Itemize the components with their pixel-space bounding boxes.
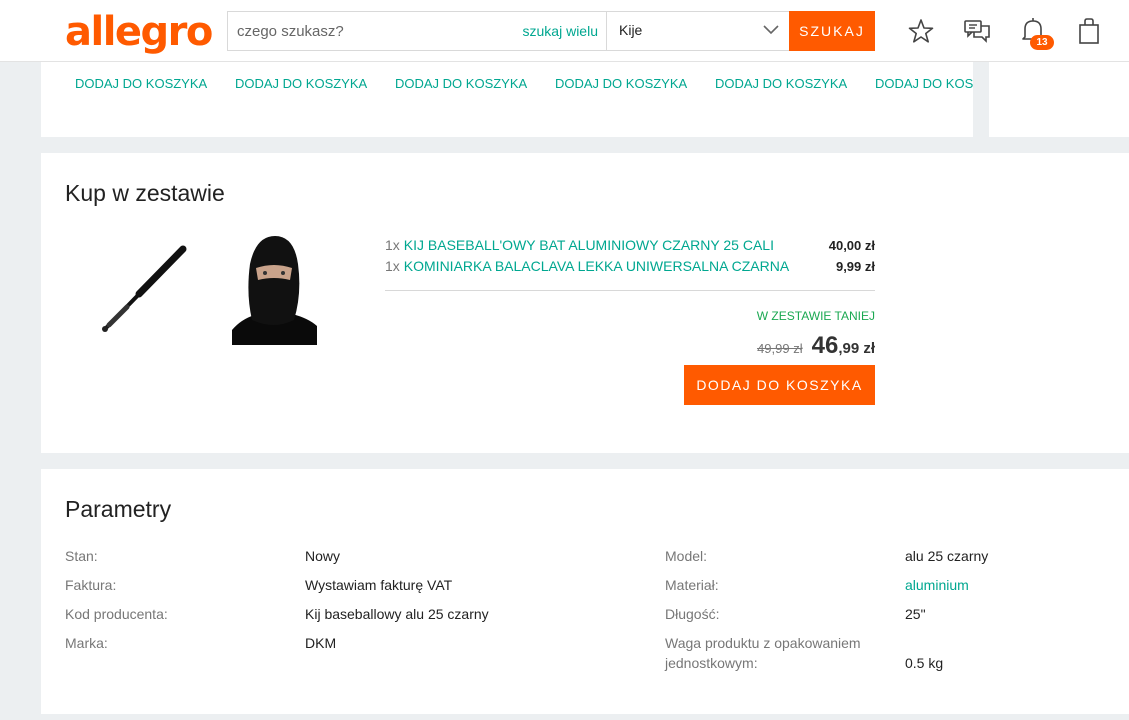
messages-icon[interactable]	[963, 16, 991, 46]
parameter-value: DKM	[305, 635, 337, 651]
add-to-cart-link[interactable]: DODAJ DO KOSZYKA	[235, 76, 395, 91]
search-multi-link[interactable]: szukaj wielu	[523, 23, 598, 39]
parameter-value: Wystawiam fakturę VAT	[305, 577, 453, 593]
add-to-cart-link[interactable]: DODAJ DO KOSZYKA	[715, 76, 875, 91]
parameter-value: 0.5 kg	[905, 655, 944, 671]
item-price: 40,00 zł	[828, 238, 875, 253]
new-price-fraction: ,99 zł	[838, 340, 875, 357]
parameters-panel: Parametry Stan: Nowy Faktura: Wystawiam fa…	[41, 469, 1129, 714]
add-to-cart-link[interactable]: DODAJ DO KOSZYKA	[395, 76, 555, 91]
parameters-right-column: Model: alu 25 czarny Materiał: aluminium D…	[665, 546, 988, 673]
parameter-key: Marka:	[65, 635, 108, 651]
balaclava-image[interactable]	[232, 234, 317, 345]
side-panel	[989, 62, 1129, 137]
baseball-bat-image[interactable]	[99, 245, 189, 335]
item-link[interactable]: KOMINIARKA BALACLAVA LEKKA UNIWERSALNA C…	[404, 258, 789, 274]
parameter-row: Faktura: Wystawiam fakturę VAT	[65, 575, 489, 604]
set-item-row: 1x KOMINIARKA BALACLAVA LEKKA UNIWERSALNA…	[385, 256, 875, 277]
parameter-row: Waga produktu z opakowaniem jednostkowym…	[665, 633, 988, 673]
add-set-to-cart-button[interactable]: DODAJ DO KOSZYKA	[684, 365, 875, 405]
item-qty: 1x	[385, 237, 400, 253]
parameters-title: Parametry	[65, 496, 172, 522]
item-link[interactable]: KIJ BASEBALL'OWY BAT ALUMINIOWY CZARNY 2…	[404, 237, 774, 253]
parameter-key: Waga produktu z opakowaniem jednostkowym…	[665, 635, 861, 671]
parameter-row: Kod producenta: Kij baseballowy alu 25 cz…	[65, 604, 489, 633]
parameter-key: Faktura:	[65, 577, 117, 593]
top-header: allegro szukaj wielu Kije SZUKAJ 13	[0, 0, 1129, 62]
category-select[interactable]: Kije	[606, 12, 791, 50]
cart-bag-icon[interactable]	[1075, 16, 1103, 46]
item-price: 9,99 zł	[835, 259, 875, 274]
set-cheaper-label: W ZESTAWIE TANIEJ	[756, 309, 875, 323]
parameter-row: Materiał: aluminium	[665, 575, 988, 604]
parameter-key: Model:	[665, 548, 708, 564]
search-bar: szukaj wielu Kije SZUKAJ	[227, 11, 875, 51]
parameter-row: Marka: DKM	[65, 633, 489, 662]
notifications-badge: 13	[1030, 35, 1054, 50]
divider	[385, 290, 875, 291]
set-item-row: 1x KIJ BASEBALL'OWY BAT ALUMINIOWY CZARNY…	[385, 235, 875, 256]
parameter-value: Nowy	[305, 548, 341, 564]
add-to-cart-link[interactable]: DODAJ DO KOSZYKA	[75, 76, 235, 91]
buy-in-set-panel: Kup w zestawie 1x KIJ BASEBALL'OWY BAT AL…	[41, 153, 1129, 453]
parameter-key: Materiał:	[665, 577, 719, 593]
favorites-icon[interactable]	[907, 16, 935, 46]
add-to-cart-link[interactable]: DODAJ DO KOSZYKA	[555, 76, 715, 91]
parameter-value: Kij baseballowy alu 25 czarny	[305, 606, 489, 622]
parameter-value: alu 25 czarny	[905, 548, 989, 564]
set-items-list: 1x KIJ BASEBALL'OWY BAT ALUMINIOWY CZARNY…	[385, 235, 875, 277]
allegro-logo[interactable]: allegro	[65, 9, 213, 55]
search-button[interactable]: SZUKAJ	[789, 11, 875, 51]
parameter-value-link[interactable]: aluminium	[905, 575, 969, 604]
parameter-value: 25"	[905, 606, 926, 622]
set-price: 49,99 zł 46,99 zł	[757, 332, 875, 360]
add-to-cart-link[interactable]: DODAJ DO KOSZYKA	[875, 76, 973, 91]
recommendations-strip: DODAJ DO KOSZYKA DODAJ DO KOSZYKA DODAJ …	[41, 62, 973, 137]
parameters-left-column: Stan: Nowy Faktura: Wystawiam fakturę VAT …	[65, 546, 489, 662]
chevron-down-icon	[763, 25, 779, 35]
set-title: Kup w zestawie	[65, 180, 225, 206]
item-qty: 1x	[385, 258, 400, 274]
parameter-key: Długość:	[665, 606, 720, 622]
category-select-value: Kije	[619, 22, 643, 38]
parameter-row: Długość: 25"	[665, 604, 988, 633]
parameter-key: Stan:	[65, 548, 98, 564]
parameter-row: Model: alu 25 czarny	[665, 546, 988, 575]
new-price-integer: 46	[811, 332, 839, 359]
parameter-key: Kod producenta:	[65, 606, 168, 622]
parameter-row: Stan: Nowy	[65, 546, 489, 575]
old-price: 49,99 zł	[757, 341, 803, 356]
